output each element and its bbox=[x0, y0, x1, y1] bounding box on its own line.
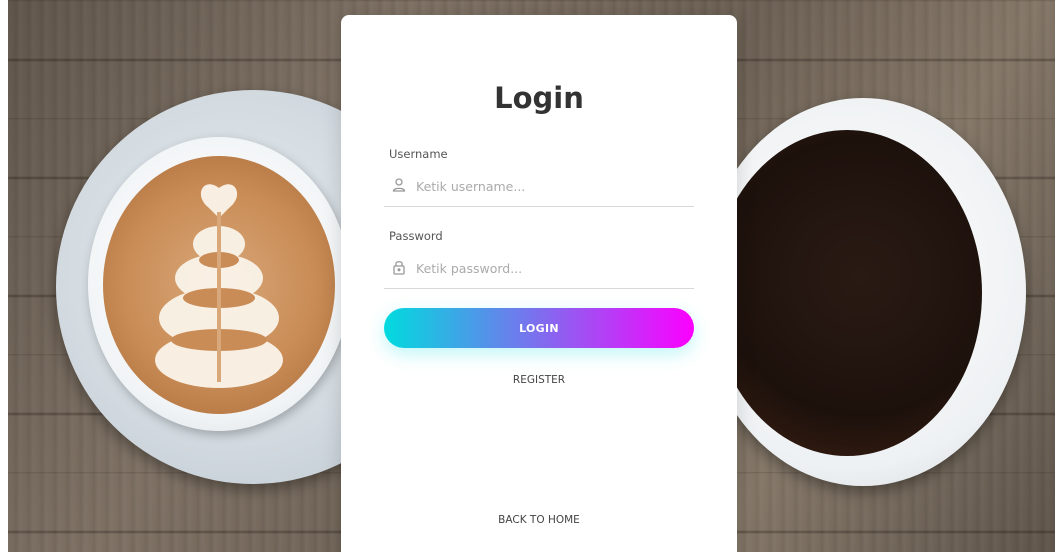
login-title: Login bbox=[494, 81, 584, 115]
login-card: Login Username Password LOGIN REGISTER B… bbox=[341, 15, 737, 552]
lock-icon bbox=[391, 259, 407, 275]
username-input[interactable] bbox=[416, 174, 686, 198]
page-edge-left bbox=[0, 0, 8, 552]
latte-art-image bbox=[103, 156, 335, 414]
username-field-wrapper bbox=[384, 165, 694, 207]
username-label: Username bbox=[389, 147, 448, 161]
password-label: Password bbox=[389, 229, 443, 243]
user-icon bbox=[391, 177, 407, 193]
login-button[interactable]: LOGIN bbox=[384, 308, 694, 348]
register-link[interactable]: REGISTER bbox=[341, 374, 737, 386]
page-edge-right bbox=[1055, 0, 1063, 552]
password-input[interactable] bbox=[416, 256, 686, 280]
back-to-home-link[interactable]: BACK TO HOME bbox=[341, 514, 737, 526]
black-coffee-image bbox=[712, 130, 982, 456]
password-field-wrapper bbox=[384, 247, 694, 289]
